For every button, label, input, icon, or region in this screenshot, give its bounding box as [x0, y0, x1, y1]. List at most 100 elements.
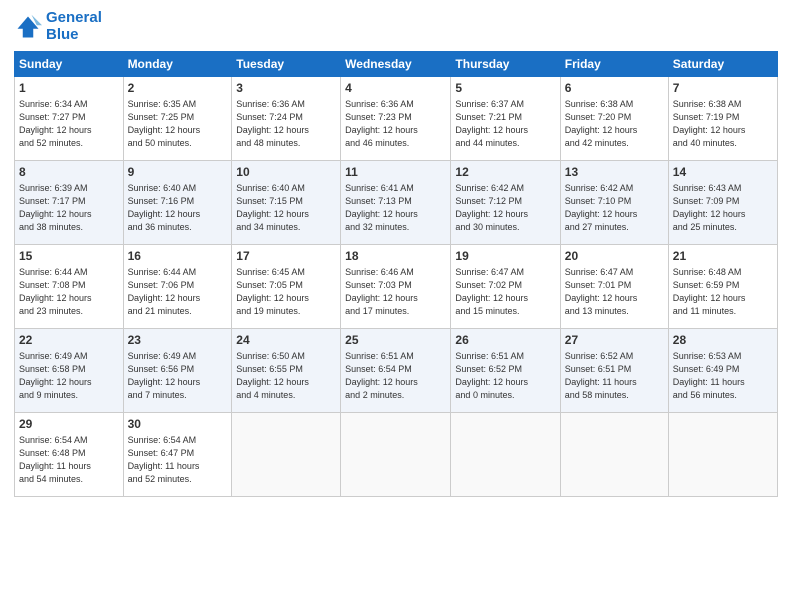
- day-number: 29: [19, 416, 119, 433]
- day-info: Sunrise: 6:39 AM Sunset: 7:17 PM Dayligh…: [19, 182, 119, 234]
- day-number: 22: [19, 332, 119, 349]
- day-number: 14: [673, 164, 773, 181]
- day-number: 27: [565, 332, 664, 349]
- day-number: 21: [673, 248, 773, 265]
- day-cell-14: 14Sunrise: 6:43 AM Sunset: 7:09 PM Dayli…: [668, 161, 777, 245]
- day-cell-6: 6Sunrise: 6:38 AM Sunset: 7:20 PM Daylig…: [560, 77, 668, 161]
- weekday-tuesday: Tuesday: [232, 52, 341, 77]
- day-info: Sunrise: 6:40 AM Sunset: 7:15 PM Dayligh…: [236, 182, 336, 234]
- day-number: 20: [565, 248, 664, 265]
- weekday-header-row: SundayMondayTuesdayWednesdayThursdayFrid…: [15, 52, 778, 77]
- day-info: Sunrise: 6:47 AM Sunset: 7:01 PM Dayligh…: [565, 266, 664, 318]
- day-cell-12: 12Sunrise: 6:42 AM Sunset: 7:12 PM Dayli…: [451, 161, 560, 245]
- day-cell-empty: [668, 413, 777, 497]
- day-cell-13: 13Sunrise: 6:42 AM Sunset: 7:10 PM Dayli…: [560, 161, 668, 245]
- weekday-sunday: Sunday: [15, 52, 124, 77]
- day-cell-11: 11Sunrise: 6:41 AM Sunset: 7:13 PM Dayli…: [341, 161, 451, 245]
- day-cell-28: 28Sunrise: 6:53 AM Sunset: 6:49 PM Dayli…: [668, 329, 777, 413]
- day-cell-25: 25Sunrise: 6:51 AM Sunset: 6:54 PM Dayli…: [341, 329, 451, 413]
- day-info: Sunrise: 6:50 AM Sunset: 6:55 PM Dayligh…: [236, 350, 336, 402]
- day-number: 28: [673, 332, 773, 349]
- weekday-monday: Monday: [123, 52, 232, 77]
- logo-text: General Blue: [46, 10, 102, 43]
- header: General Blue: [14, 10, 778, 43]
- day-number: 24: [236, 332, 336, 349]
- day-info: Sunrise: 6:48 AM Sunset: 6:59 PM Dayligh…: [673, 266, 773, 318]
- day-cell-23: 23Sunrise: 6:49 AM Sunset: 6:56 PM Dayli…: [123, 329, 232, 413]
- day-info: Sunrise: 6:38 AM Sunset: 7:20 PM Dayligh…: [565, 98, 664, 150]
- day-info: Sunrise: 6:42 AM Sunset: 7:12 PM Dayligh…: [455, 182, 555, 234]
- day-info: Sunrise: 6:47 AM Sunset: 7:02 PM Dayligh…: [455, 266, 555, 318]
- day-cell-18: 18Sunrise: 6:46 AM Sunset: 7:03 PM Dayli…: [341, 245, 451, 329]
- weekday-wednesday: Wednesday: [341, 52, 451, 77]
- day-cell-7: 7Sunrise: 6:38 AM Sunset: 7:19 PM Daylig…: [668, 77, 777, 161]
- day-number: 10: [236, 164, 336, 181]
- day-info: Sunrise: 6:49 AM Sunset: 6:58 PM Dayligh…: [19, 350, 119, 402]
- day-number: 15: [19, 248, 119, 265]
- day-info: Sunrise: 6:44 AM Sunset: 7:06 PM Dayligh…: [128, 266, 228, 318]
- weekday-thursday: Thursday: [451, 52, 560, 77]
- week-row-1: 1Sunrise: 6:34 AM Sunset: 7:27 PM Daylig…: [15, 77, 778, 161]
- day-cell-30: 30Sunrise: 6:54 AM Sunset: 6:47 PM Dayli…: [123, 413, 232, 497]
- logo-icon: [14, 13, 42, 41]
- day-info: Sunrise: 6:38 AM Sunset: 7:19 PM Dayligh…: [673, 98, 773, 150]
- day-number: 18: [345, 248, 446, 265]
- day-number: 17: [236, 248, 336, 265]
- day-number: 23: [128, 332, 228, 349]
- day-cell-21: 21Sunrise: 6:48 AM Sunset: 6:59 PM Dayli…: [668, 245, 777, 329]
- day-cell-8: 8Sunrise: 6:39 AM Sunset: 7:17 PM Daylig…: [15, 161, 124, 245]
- day-cell-17: 17Sunrise: 6:45 AM Sunset: 7:05 PM Dayli…: [232, 245, 341, 329]
- day-number: 25: [345, 332, 446, 349]
- day-cell-22: 22Sunrise: 6:49 AM Sunset: 6:58 PM Dayli…: [15, 329, 124, 413]
- day-number: 16: [128, 248, 228, 265]
- day-cell-20: 20Sunrise: 6:47 AM Sunset: 7:01 PM Dayli…: [560, 245, 668, 329]
- day-cell-15: 15Sunrise: 6:44 AM Sunset: 7:08 PM Dayli…: [15, 245, 124, 329]
- day-cell-3: 3Sunrise: 6:36 AM Sunset: 7:24 PM Daylig…: [232, 77, 341, 161]
- day-info: Sunrise: 6:52 AM Sunset: 6:51 PM Dayligh…: [565, 350, 664, 402]
- day-cell-empty: [341, 413, 451, 497]
- day-info: Sunrise: 6:53 AM Sunset: 6:49 PM Dayligh…: [673, 350, 773, 402]
- day-number: 13: [565, 164, 664, 181]
- day-cell-9: 9Sunrise: 6:40 AM Sunset: 7:16 PM Daylig…: [123, 161, 232, 245]
- page: General Blue SundayMondayTuesdayWednesda…: [0, 0, 792, 612]
- day-number: 1: [19, 80, 119, 97]
- weekday-friday: Friday: [560, 52, 668, 77]
- day-cell-29: 29Sunrise: 6:54 AM Sunset: 6:48 PM Dayli…: [15, 413, 124, 497]
- calendar-table: SundayMondayTuesdayWednesdayThursdayFrid…: [14, 51, 778, 497]
- day-info: Sunrise: 6:49 AM Sunset: 6:56 PM Dayligh…: [128, 350, 228, 402]
- day-number: 2: [128, 80, 228, 97]
- day-info: Sunrise: 6:41 AM Sunset: 7:13 PM Dayligh…: [345, 182, 446, 234]
- day-number: 9: [128, 164, 228, 181]
- day-info: Sunrise: 6:44 AM Sunset: 7:08 PM Dayligh…: [19, 266, 119, 318]
- day-cell-26: 26Sunrise: 6:51 AM Sunset: 6:52 PM Dayli…: [451, 329, 560, 413]
- day-number: 30: [128, 416, 228, 433]
- day-number: 7: [673, 80, 773, 97]
- week-row-2: 8Sunrise: 6:39 AM Sunset: 7:17 PM Daylig…: [15, 161, 778, 245]
- day-number: 4: [345, 80, 446, 97]
- day-number: 19: [455, 248, 555, 265]
- day-info: Sunrise: 6:54 AM Sunset: 6:47 PM Dayligh…: [128, 434, 228, 486]
- week-row-4: 22Sunrise: 6:49 AM Sunset: 6:58 PM Dayli…: [15, 329, 778, 413]
- day-info: Sunrise: 6:37 AM Sunset: 7:21 PM Dayligh…: [455, 98, 555, 150]
- day-number: 8: [19, 164, 119, 181]
- day-cell-10: 10Sunrise: 6:40 AM Sunset: 7:15 PM Dayli…: [232, 161, 341, 245]
- day-info: Sunrise: 6:54 AM Sunset: 6:48 PM Dayligh…: [19, 434, 119, 486]
- day-info: Sunrise: 6:46 AM Sunset: 7:03 PM Dayligh…: [345, 266, 446, 318]
- week-row-5: 29Sunrise: 6:54 AM Sunset: 6:48 PM Dayli…: [15, 413, 778, 497]
- day-cell-4: 4Sunrise: 6:36 AM Sunset: 7:23 PM Daylig…: [341, 77, 451, 161]
- day-cell-16: 16Sunrise: 6:44 AM Sunset: 7:06 PM Dayli…: [123, 245, 232, 329]
- day-info: Sunrise: 6:40 AM Sunset: 7:16 PM Dayligh…: [128, 182, 228, 234]
- day-cell-19: 19Sunrise: 6:47 AM Sunset: 7:02 PM Dayli…: [451, 245, 560, 329]
- day-cell-1: 1Sunrise: 6:34 AM Sunset: 7:27 PM Daylig…: [15, 77, 124, 161]
- day-info: Sunrise: 6:45 AM Sunset: 7:05 PM Dayligh…: [236, 266, 336, 318]
- day-number: 5: [455, 80, 555, 97]
- day-cell-5: 5Sunrise: 6:37 AM Sunset: 7:21 PM Daylig…: [451, 77, 560, 161]
- day-cell-27: 27Sunrise: 6:52 AM Sunset: 6:51 PM Dayli…: [560, 329, 668, 413]
- day-cell-empty: [451, 413, 560, 497]
- day-info: Sunrise: 6:36 AM Sunset: 7:23 PM Dayligh…: [345, 98, 446, 150]
- day-info: Sunrise: 6:35 AM Sunset: 7:25 PM Dayligh…: [128, 98, 228, 150]
- day-info: Sunrise: 6:43 AM Sunset: 7:09 PM Dayligh…: [673, 182, 773, 234]
- day-number: 12: [455, 164, 555, 181]
- weekday-saturday: Saturday: [668, 52, 777, 77]
- day-cell-24: 24Sunrise: 6:50 AM Sunset: 6:55 PM Dayli…: [232, 329, 341, 413]
